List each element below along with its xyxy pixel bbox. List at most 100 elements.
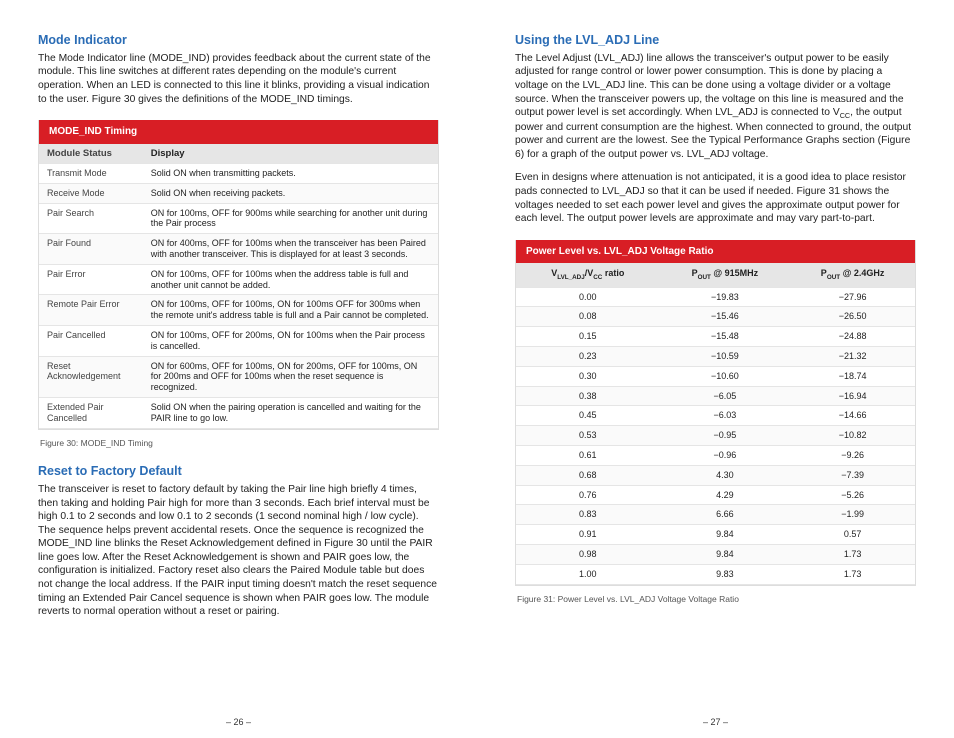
cell-ratio: 0.30 [516,366,660,386]
table-row: Pair CancelledON for 100ms, OFF for 200m… [39,326,438,357]
cell-status: Pair Cancelled [39,326,143,357]
left-column: Mode Indicator The Mode Indicator line (… [0,30,477,728]
table-row: 0.836.66−1.99 [516,505,915,525]
cell-display: Solid ON when the pairing operation is c… [143,398,438,429]
col-header: VLVL_ADJ/VCC ratio [516,263,660,287]
cell-ratio: 1.00 [516,564,660,584]
col-header: Display [143,144,438,164]
table-row: 0.30−10.60−18.74 [516,366,915,386]
para-lvl-adj-1: The Level Adjust (LVL_ADJ) line allows t… [515,52,916,162]
table-mode-ind: MODE_IND Timing Module StatusDisplay Tra… [38,120,439,429]
col-header: POUT @ 915MHz [660,263,791,287]
cell-status: Pair Found [39,234,143,265]
cell-ratio: 0.76 [516,485,660,505]
cell-status: Pair Error [39,264,143,295]
para-mode-indicator: The Mode Indicator line (MODE_IND) provi… [38,52,439,106]
cell-24: −26.50 [790,307,915,327]
cell-24: −9.26 [790,446,915,466]
cell-ratio: 0.61 [516,446,660,466]
table-row: Pair ErrorON for 100ms, OFF for 100ms wh… [39,264,438,295]
cell-915: −19.83 [660,287,791,307]
table-row: 0.61−0.96−9.26 [516,446,915,466]
table-row: Remote Pair ErrorON for 100ms, OFF for 1… [39,295,438,326]
table-title: Power Level vs. LVL_ADJ Voltage Ratio [516,240,915,264]
cell-ratio: 0.45 [516,406,660,426]
cell-24: −21.32 [790,347,915,367]
cell-display: ON for 400ms, OFF for 100ms when the tra… [143,234,438,265]
cell-status: Transmit Mode [39,164,143,184]
cell-915: −15.48 [660,327,791,347]
cell-display: Solid ON when transmitting packets. [143,164,438,184]
cell-24: −1.99 [790,505,915,525]
table-row: 0.684.30−7.39 [516,465,915,485]
cell-915: 9.83 [660,564,791,584]
cell-915: −10.60 [660,366,791,386]
cell-915: 9.84 [660,525,791,545]
para-reset: The transceiver is reset to factory defa… [38,483,439,619]
page: Mode Indicator The Mode Indicator line (… [0,0,954,738]
cell-display: Solid ON when receiving packets. [143,183,438,203]
col-header: POUT @ 2.4GHz [790,263,915,287]
cell-display: ON for 100ms, OFF for 100ms when the add… [143,264,438,295]
heading-mode-indicator: Mode Indicator [38,32,439,49]
cell-display: ON for 600ms, OFF for 100ms, ON for 200m… [143,356,438,397]
heading-reset: Reset to Factory Default [38,463,439,480]
table-row: Pair FoundON for 400ms, OFF for 100ms wh… [39,234,438,265]
cell-915: −6.05 [660,386,791,406]
cell-915: −0.95 [660,426,791,446]
cell-ratio: 0.68 [516,465,660,485]
right-column: Using the LVL_ADJ Line The Level Adjust … [477,30,954,728]
cell-915: 4.29 [660,485,791,505]
table-row: 0.53−0.95−10.82 [516,426,915,446]
cell-ratio: 0.08 [516,307,660,327]
page-number: – 26 – [38,708,439,728]
table-row: 0.00−19.83−27.96 [516,287,915,307]
cell-display: ON for 100ms, OFF for 200ms, ON for 100m… [143,326,438,357]
cell-24: 1.73 [790,544,915,564]
cell-ratio: 0.23 [516,347,660,367]
table-row: 0.919.840.57 [516,525,915,545]
cell-display: ON for 100ms, OFF for 900ms while search… [143,203,438,234]
cell-915: −15.46 [660,307,791,327]
cell-915: −0.96 [660,446,791,466]
table-row: Pair SearchON for 100ms, OFF for 900ms w… [39,203,438,234]
table-row: 0.989.841.73 [516,544,915,564]
cell-status: Pair Search [39,203,143,234]
cell-display: ON for 100ms, OFF for 100ms, ON for 100m… [143,295,438,326]
table-row: 0.45−6.03−14.66 [516,406,915,426]
cell-915: 9.84 [660,544,791,564]
cell-915: 4.30 [660,465,791,485]
cell-ratio: 0.15 [516,327,660,347]
table-row: 0.23−10.59−21.32 [516,347,915,367]
cell-24: 1.73 [790,564,915,584]
cell-24: −10.82 [790,426,915,446]
figure-caption: Figure 31: Power Level vs. LVL_ADJ Volta… [517,594,916,605]
table-row: 0.764.29−5.26 [516,485,915,505]
cell-24: −18.74 [790,366,915,386]
cell-24: −16.94 [790,386,915,406]
table-row: 0.38−6.05−16.94 [516,386,915,406]
para-lvl-adj-2: Even in designs where attenuation is not… [515,171,916,225]
table-row: 0.08−15.46−26.50 [516,307,915,327]
cell-status: Receive Mode [39,183,143,203]
cell-24: −7.39 [790,465,915,485]
table-row: 0.15−15.48−24.88 [516,327,915,347]
cell-ratio: 0.00 [516,287,660,307]
cell-status: Reset Acknowledgement [39,356,143,397]
heading-lvl-adj: Using the LVL_ADJ Line [515,32,916,49]
cell-24: −14.66 [790,406,915,426]
figure-caption: Figure 30: MODE_IND Timing [40,438,439,449]
page-number: – 27 – [515,708,916,728]
cell-ratio: 0.53 [516,426,660,446]
cell-status: Extended Pair Cancelled [39,398,143,429]
table-row: Reset AcknowledgementON for 600ms, OFF f… [39,356,438,397]
cell-ratio: 0.38 [516,386,660,406]
col-header: Module Status [39,144,143,164]
cell-24: −24.88 [790,327,915,347]
table-title: MODE_IND Timing [39,120,438,144]
table-row: Transmit ModeSolid ON when transmitting … [39,164,438,184]
cell-915: 6.66 [660,505,791,525]
table-power-level: Power Level vs. LVL_ADJ Voltage Ratio VL… [515,240,916,586]
cell-24: −27.96 [790,287,915,307]
cell-915: −10.59 [660,347,791,367]
